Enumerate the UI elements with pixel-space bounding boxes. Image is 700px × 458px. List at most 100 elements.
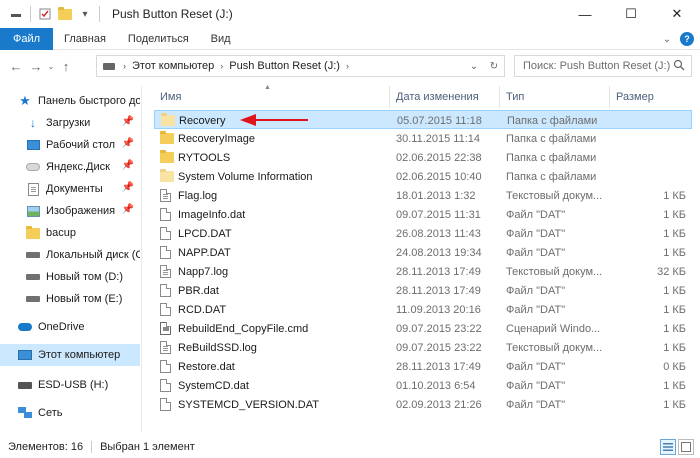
close-button[interactable]: ✕ <box>654 0 700 28</box>
sidebar-item-network[interactable]: Сеть <box>0 402 140 424</box>
search-input[interactable]: Поиск: Push Button Reset (J:) <box>514 55 692 77</box>
pin-icon[interactable]: 📌 <box>122 138 134 149</box>
tab-share[interactable]: Поделиться <box>117 28 200 50</box>
sidebar-item-quick-access[interactable]: ★ Панель быстрого до <box>0 90 140 112</box>
breadcrumb-drive[interactable]: Push Button Reset (J:) <box>229 60 340 72</box>
file-type: Папка с файлами <box>506 151 597 164</box>
back-arrow-icon[interactable]: ← <box>6 56 26 76</box>
sidebar-item-label: bacup <box>46 227 76 239</box>
sidebar-item-documents[interactable]: Документы 📌 <box>0 178 140 200</box>
table-row[interactable]: RCD.DAT 11.09.2013 20:16 Файл "DAT" 1 КБ <box>154 300 692 319</box>
file-size <box>616 148 686 167</box>
file-date: 09.07.2015 23:22 <box>396 322 482 335</box>
file-size: 1 КБ <box>663 284 686 297</box>
hidden-folder-icon <box>160 167 174 186</box>
file-date: 28.11.2013 17:49 <box>396 360 481 373</box>
tab-view[interactable]: Вид <box>200 28 242 50</box>
chevron-right-icon[interactable]: › <box>346 61 349 71</box>
column-label: Дата изменения <box>396 91 479 103</box>
expand-ribbon-icon[interactable]: ⌄ <box>660 32 674 46</box>
breadcrumb-this-pc[interactable]: Этот компьютер <box>132 60 214 72</box>
navigation-bar: ← → ⌄ ↑ › Этот компьютер › Push Button R… <box>0 51 700 81</box>
file-size: 1 КБ <box>663 398 686 411</box>
forward-arrow-icon[interactable]: → <box>26 56 46 76</box>
table-row[interactable]: SYSTEMCD_VERSION.DAT 02.09.2013 21:26 Файл… <box>154 395 692 414</box>
address-bar[interactable]: › Этот компьютер › Push Button Reset (J:… <box>96 55 505 77</box>
file-name: Flag.log <box>178 189 218 202</box>
minimize-button[interactable]: — <box>562 0 608 28</box>
sidebar-item-desktop[interactable]: Рабочий стол 📌 <box>0 134 140 156</box>
sidebar-item-pictures[interactable]: Изображения 📌 <box>0 200 140 222</box>
table-row[interactable]: ReBuildSSD.log 09.07.2015 23:22 Текстовый … <box>154 338 692 357</box>
file-date: 02.09.2013 21:26 <box>396 398 482 411</box>
pin-icon[interactable]: 📌 <box>122 182 134 193</box>
pin-icon[interactable]: 📌 <box>122 204 134 215</box>
file-icon <box>160 300 174 319</box>
table-row[interactable]: RebuildEnd_CopyFile.cmd 09.07.2015 23:22 С… <box>154 319 692 338</box>
table-row[interactable]: System Volume Information 02.06.2015 10:4… <box>154 167 692 186</box>
pane-divider[interactable] <box>141 86 142 432</box>
status-divider <box>91 441 93 453</box>
star-icon: ★ <box>19 93 31 108</box>
file-size: 1 КБ <box>663 322 686 335</box>
file-size: 1 КБ <box>663 227 686 240</box>
table-row[interactable]: Recovery 05.07.2015 11:18 Папка с файлами <box>154 110 692 129</box>
tab-file[interactable]: Файл <box>0 27 54 50</box>
recent-locations-icon[interactable]: ⌄ <box>46 56 56 76</box>
pin-icon[interactable]: 📌 <box>122 116 134 127</box>
file-date: 26.08.2013 11:43 <box>396 227 481 240</box>
column-header-type[interactable]: Тип <box>500 86 610 108</box>
table-row[interactable]: NAPP.DAT 24.08.2013 19:34 Файл "DAT" 1 КБ <box>154 243 692 262</box>
file-size: 1 КБ <box>663 379 686 392</box>
sort-ascending-icon: ▲ <box>264 84 271 91</box>
file-size: 1 КБ <box>663 341 686 354</box>
sidebar-item-esd-usb[interactable]: ESD-USB (H:) <box>0 374 140 396</box>
sidebar-item-downloads[interactable]: ↓ Загрузки 📌 <box>0 112 140 134</box>
sidebar-item-bacup[interactable]: bacup <box>0 222 140 244</box>
file-size: 1 КБ <box>663 303 686 316</box>
toolbar-divider <box>99 6 100 22</box>
up-arrow-icon[interactable]: ↑ <box>56 56 76 76</box>
table-row[interactable]: RecoveryImage 30.11.2015 11:14 Папка с фай… <box>154 129 692 148</box>
address-dropdown-icon[interactable]: ⌄ <box>466 58 482 74</box>
text-file-icon <box>160 338 174 357</box>
sidebar-item-label: Изображения <box>46 205 116 217</box>
table-row[interactable]: SystemCD.dat 01.10.2013 6:54 Файл "DAT" 1 К… <box>154 376 692 395</box>
annotation-arrow-icon <box>240 114 308 126</box>
customize-toolbar-icon[interactable]: ▾ <box>78 7 92 21</box>
table-row[interactable]: ImageInfo.dat 09.07.2015 11:31 Файл "DAT" 1… <box>154 205 692 224</box>
chevron-right-icon[interactable]: › <box>220 61 223 71</box>
table-row[interactable]: Napp7.log 28.11.2013 17:49 Текстовый докум… <box>154 262 692 281</box>
help-icon[interactable]: ? <box>680 32 694 46</box>
column-header-size[interactable]: Размер <box>610 86 692 108</box>
maximize-button[interactable]: ☐ <box>608 0 654 28</box>
sidebar-item-yandex-disk[interactable]: Яндекс.Диск 📌 <box>0 156 140 178</box>
tab-home[interactable]: Главная <box>53 28 117 50</box>
column-header-name[interactable]: ▲ Имя <box>154 84 390 108</box>
table-row[interactable]: Restore.dat 28.11.2013 17:49 Файл "DAT" 0 К… <box>154 357 692 376</box>
sidebar-item-local-disk-c[interactable]: Локальный диск (С <box>0 244 140 266</box>
window-menu-icon[interactable]: ▬ <box>9 7 23 21</box>
details-view-icon[interactable] <box>660 439 676 455</box>
properties-icon[interactable] <box>38 7 52 21</box>
table-row[interactable]: RYTOOLS 02.06.2015 22:38 Папка с файлами <box>154 148 692 167</box>
table-row[interactable]: PBR.dat 28.11.2013 17:49 Файл "DAT" 1 КБ <box>154 281 692 300</box>
chevron-right-icon[interactable]: › <box>123 61 126 71</box>
search-placeholder: Поиск: Push Button Reset (J:) <box>523 60 671 72</box>
file-type: Файл "DAT" <box>506 208 566 221</box>
sidebar-item-onedrive[interactable]: OneDrive <box>0 316 140 338</box>
sidebar-item-volume-d[interactable]: Новый том (D:) <box>0 266 140 288</box>
sidebar-item-this-pc[interactable]: Этот компьютер <box>0 344 140 366</box>
file-type: Файл "DAT" <box>506 360 566 373</box>
column-header-date[interactable]: Дата изменения <box>390 86 500 108</box>
pin-icon[interactable]: 📌 <box>122 160 134 171</box>
file-date: 28.11.2013 17:49 <box>396 284 481 297</box>
table-row[interactable]: Flag.log 18.01.2013 1:32 Текстовый докум..… <box>154 186 692 205</box>
file-icon <box>160 281 174 300</box>
file-icon <box>160 395 174 414</box>
refresh-icon[interactable]: ↻ <box>486 58 502 74</box>
table-row[interactable]: LPCD.DAT 26.08.2013 11:43 Файл "DAT" 1 КБ <box>154 224 692 243</box>
new-folder-icon[interactable] <box>58 6 72 21</box>
sidebar-item-volume-e[interactable]: Новый том (E:) <box>0 288 140 310</box>
large-icons-view-icon[interactable] <box>678 439 694 455</box>
